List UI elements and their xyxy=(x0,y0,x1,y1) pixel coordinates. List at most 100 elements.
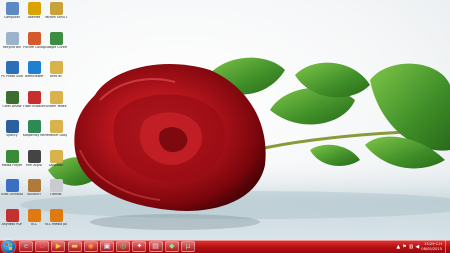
show-hidden-icons-icon[interactable]: ▲ xyxy=(396,244,400,250)
flag-icon[interactable]: ⚑ xyxy=(402,244,406,250)
shield-icon: ◆ xyxy=(169,242,175,250)
desktop-icon[interactable]: VLC xyxy=(23,208,45,227)
user-icon xyxy=(27,179,41,192)
folder-icon xyxy=(49,90,63,104)
rose-wallpaper xyxy=(0,57,450,240)
uninstaller-icon xyxy=(5,179,19,192)
desktop-icon[interactable]: Yardım Sonu Destek xyxy=(45,2,67,20)
taskbar-button[interactable]: e xyxy=(19,241,33,252)
desktop-icon[interactable]: Picture Collage xyxy=(23,31,45,50)
desktop-icon[interactable]: Computer xyxy=(1,2,23,20)
desktop-icon[interactable]: Film Arşivi xyxy=(23,149,45,168)
desktop-icon-label: Dosyalar xyxy=(48,163,64,167)
teamviewer-icon xyxy=(27,61,41,74)
desktop-icon-label: Speccy xyxy=(6,134,18,137)
volume-icon[interactable]: ◀ xyxy=(415,244,419,250)
desktop-icon-label: Film Arşivi xyxy=(25,163,43,167)
desktop-icon[interactable]: TeamViewer xyxy=(23,61,45,79)
media-icon xyxy=(5,149,19,163)
desktop-icon-label: Picture Collage xyxy=(23,45,45,49)
desktop-icon-label: VLC xyxy=(30,222,38,226)
desktop-icon-label: PS Photo Suite xyxy=(1,75,23,78)
folder-icon xyxy=(49,149,63,163)
show-desktop-button[interactable] xyxy=(445,240,450,253)
desktop-icon-label: VLC media player xyxy=(45,222,67,226)
computer-icon xyxy=(5,2,19,15)
desktop-icon[interactable]: Kullanıcı xyxy=(23,179,45,197)
speccy-icon xyxy=(5,120,19,133)
taskbar-button[interactable]: ▶ xyxy=(51,241,66,252)
taskbar-button[interactable]: µ xyxy=(181,241,195,252)
desktop-icon[interactable]: Speccy xyxy=(1,120,23,138)
desktop-icon-label: Anydesk PDF xyxy=(1,222,23,226)
recycle-bin-icon xyxy=(5,31,19,45)
desktop-icon-label: TeamViewer xyxy=(24,75,44,78)
taskbar-button[interactable]: ✦ xyxy=(132,241,147,252)
network-icon[interactable]: ▥ xyxy=(409,244,414,250)
collage-icon xyxy=(27,31,41,45)
desktop-icon[interactable]: VLC media player xyxy=(45,208,67,227)
desktop-icon[interactable]: Sistem Yedek xyxy=(45,90,67,109)
desktop-icon-label: Format xyxy=(50,193,62,196)
start-button[interactable] xyxy=(2,240,15,253)
desktop-icon[interactable]: Corel DRAW xyxy=(1,90,23,109)
folder-icon xyxy=(49,61,63,74)
format-icon xyxy=(49,179,63,192)
window-icon: ▣ xyxy=(103,242,111,250)
flash-icon xyxy=(27,90,41,104)
desktop-icon[interactable]: bnet dll xyxy=(45,61,67,79)
desktop-icon-label: Kaspersky Recovery xyxy=(23,134,45,137)
vlc-icon xyxy=(27,208,41,222)
desktop-icon-label: Corel DRAW xyxy=(2,104,22,108)
ie-icon: e xyxy=(23,242,29,250)
desktop-icon[interactable]: Recycle Bin xyxy=(1,31,23,50)
desktop-icon[interactable]: Dosyalar xyxy=(45,149,67,168)
taskbar: e O ▶ ▬ ◉ ▣ ◎ ✦ ▤ ◆ µ ▲ ⚑ ▥ ◀ 13:29 C.H 08/05/2015 xyxy=(0,240,450,253)
taskbar-button[interactable]: ◉ xyxy=(83,241,98,252)
desktop-icon[interactable]: Google Chrome xyxy=(45,31,67,50)
desktop-icon-label: Google Chrome xyxy=(45,45,67,49)
clock-date: 08/05/2015 xyxy=(421,246,442,251)
desktop-icon[interactable]: Media Player xyxy=(1,149,23,168)
monitor-icon: ▤ xyxy=(152,242,159,250)
desktop-icon[interactable]: AkelPad xyxy=(23,2,45,20)
clock[interactable]: 13:29 C.H 08/05/2015 xyxy=(421,242,442,250)
app-icon: ✦ xyxy=(136,242,143,250)
kaspersky-icon xyxy=(27,120,41,133)
desktop-icon[interactable]: Kaspersky Recovery xyxy=(23,120,45,138)
windows-logo-icon xyxy=(5,243,12,250)
desktop-icon[interactable]: IObit Uninstaller xyxy=(1,179,23,197)
taskbar-button[interactable]: ◎ xyxy=(116,241,131,252)
desktop-icon-label: Recycle Bin xyxy=(2,45,22,49)
notepad-icon xyxy=(27,2,41,15)
opera-icon: O xyxy=(39,242,45,250)
vlc-icon xyxy=(49,208,63,222)
corel-icon xyxy=(5,90,19,104)
desktop-icon-label: Flash Installer xyxy=(23,104,45,108)
desktop-icon[interactable]: Format xyxy=(45,179,67,197)
film-icon xyxy=(27,149,41,163)
desktop-icon-label: Kullanıcı xyxy=(27,193,41,196)
desktop-icon-label: Yedekler Dosyası xyxy=(45,134,67,137)
desktop-icon[interactable]: Flash Installer xyxy=(23,90,45,109)
utorrent-icon: µ xyxy=(185,242,191,250)
folder-icon: ▬ xyxy=(71,242,78,250)
help-icon xyxy=(49,2,63,15)
taskbar-button[interactable]: ▬ xyxy=(67,241,82,252)
desktop-icon-label: Media Player xyxy=(1,163,23,167)
desktop-icon-label: Yardım Sonu Destek xyxy=(45,16,67,19)
chrome-icon: ◎ xyxy=(120,242,127,250)
desktop: Computer AkelPad Yardım Sonu Destek Recycle… xyxy=(0,0,450,240)
taskbar-button[interactable]: ▣ xyxy=(100,241,114,252)
desktop-icon-label: IObit Uninstaller xyxy=(1,193,23,196)
chrome-icon xyxy=(49,31,63,45)
photo-suite-icon xyxy=(5,61,19,74)
taskbar-button[interactable]: ◆ xyxy=(164,241,179,252)
taskbar-button[interactable]: ▤ xyxy=(148,241,163,252)
taskbar-button[interactable]: O xyxy=(35,241,50,252)
desktop-icon[interactable]: PS Photo Suite xyxy=(1,61,23,79)
desktop-icon-label: Sistem Yedek xyxy=(45,104,67,108)
desktop-icon[interactable]: Yedekler Dosyası xyxy=(45,120,67,138)
firefox-icon: ◉ xyxy=(87,242,94,250)
desktop-icon[interactable]: Anydesk PDF xyxy=(1,208,23,227)
